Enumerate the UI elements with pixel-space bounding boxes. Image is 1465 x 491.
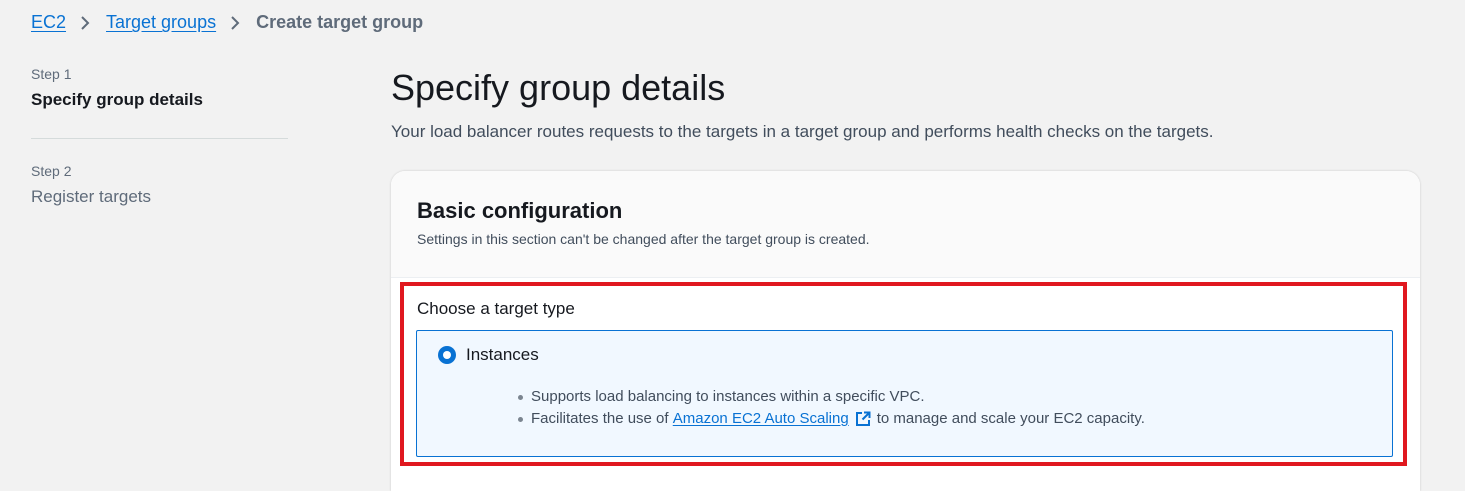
bullet-text: Supports load balancing to instances wit…	[531, 388, 925, 405]
list-item: Supports load balancing to instances wit…	[518, 386, 1145, 408]
step-1-number: Step 1	[31, 66, 72, 82]
chevron-right-icon	[79, 15, 93, 31]
list-item: Facilitates the use of Amazon EC2 Auto S…	[518, 408, 1145, 430]
page-description: Your load balancer routes requests to th…	[391, 122, 1214, 141]
external-link-icon[interactable]	[855, 411, 871, 427]
step-1: Step 1 Specify group details	[31, 62, 288, 114]
bullet-text-suffix: to manage and scale your EC2 capacity.	[876, 410, 1145, 427]
target-type-option-instances[interactable]: Instances Supports load balancing to ins…	[416, 330, 1393, 457]
bullet-icon	[518, 416, 523, 422]
wizard-steps: Step 1 Specify group details Step 2 Regi…	[31, 62, 288, 211]
panel-description: Settings in this section can't be change…	[417, 231, 870, 247]
breadcrumb-target-groups-link[interactable]: Target groups	[106, 12, 216, 33]
instances-radio[interactable]	[438, 346, 456, 364]
main-content: Specify group details Your load balancer…	[391, 62, 1421, 144]
step-divider	[31, 138, 288, 139]
step-2-number: Step 2	[31, 163, 72, 179]
breadcrumb: EC2 Target groups Create target group	[31, 12, 423, 33]
auto-scaling-link[interactable]: Amazon EC2 Auto Scaling	[673, 408, 849, 430]
panel-header: Basic configuration Settings in this sec…	[391, 171, 1420, 278]
step-2-title[interactable]: Register targets	[31, 183, 288, 211]
step-1-title: Specify group details	[31, 90, 203, 109]
target-type-label: Choose a target type	[417, 299, 575, 318]
chevron-right-icon	[229, 15, 243, 31]
instances-label: Instances	[466, 345, 539, 364]
page-title: Specify group details	[391, 67, 726, 108]
bullet-icon	[518, 394, 523, 400]
step-2: Step 2 Register targets	[31, 159, 288, 211]
instances-details: Supports load balancing to instances wit…	[518, 386, 1145, 430]
breadcrumb-ec2-link[interactable]: EC2	[31, 12, 66, 33]
bullet-text-prefix: Facilitates the use of	[531, 410, 669, 427]
breadcrumb-current: Create target group	[256, 12, 424, 32]
panel-title: Basic configuration	[417, 198, 623, 223]
